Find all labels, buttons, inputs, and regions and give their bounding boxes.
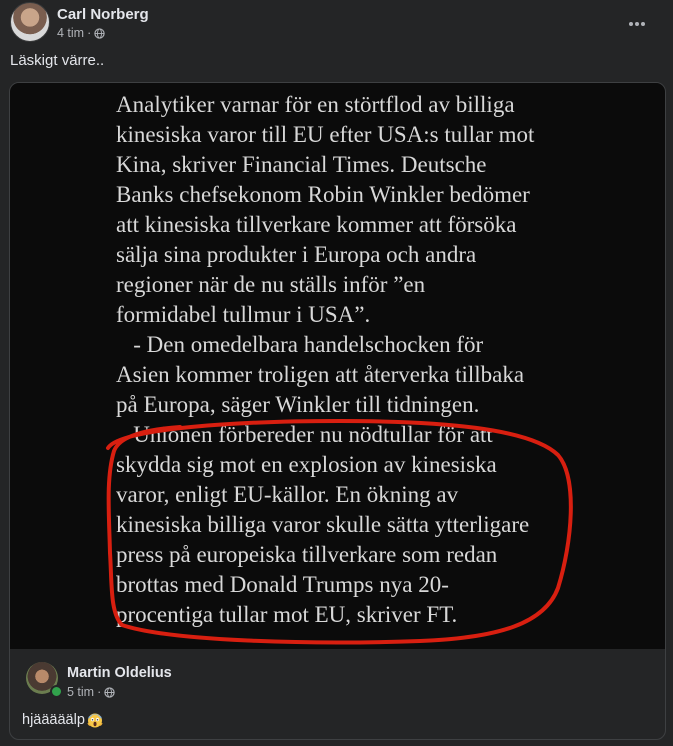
sharer-name[interactable]: Martin Oldelius [67,665,172,681]
article-line: press på europeiska tillverkare som reda… [116,542,498,567]
article-line: Analytiker varnar för en störtflod av bi… [116,92,515,117]
globe-icon[interactable] [94,27,105,39]
sharer-meta-separator: · [97,685,102,699]
post-meta: 4 tim · [57,26,105,40]
shared-post[interactable]: Analytiker varnar för en störtflod av bi… [9,82,666,740]
article-line: procentiga tullar mot EU, skriver FT. [116,602,458,627]
article-line: varor, enligt EU-källor. En ökning av [116,482,459,507]
article-line: Banks chefsekonom Robin Winkler bedömer [116,182,530,207]
sharer-meta: 5 tim · [67,685,115,699]
meta-separator: · [87,26,92,40]
post-text: Läskigt värre.. [10,52,105,69]
more-options-button[interactable] [623,10,651,38]
ellipsis-icon [629,22,645,26]
article-line: sälja sina produkter i Europa och andra [116,242,477,267]
article-line: Kina, skriver Financial Times. Deutsche [116,152,487,177]
article-line: Unionen förbereder nu nödtullar för att [116,422,493,447]
post-header: Carl Norberg 4 tim · [10,2,665,44]
article-line: på Europa, säger Winkler till tidningen. [116,392,480,417]
sharer-text: hjääääälp [22,712,103,728]
author-name[interactable]: Carl Norberg [57,6,149,23]
article-line: - Den omedelbara handelschocken för [116,332,484,357]
article-line: brottas med Donald Trumps nya 20- [116,572,449,597]
author-avatar[interactable] [10,2,50,42]
article-line: skydda sig mot en explosion av kinesiska [116,452,497,477]
shared-image[interactable]: Analytiker varnar för en störtflod av bi… [10,83,665,649]
article-line: formidabel tullmur i USA”. [116,302,371,327]
article-text: Analytiker varnar för en störtflod av bi… [116,90,576,630]
article-line: kinesiska billiga varor skulle sätta ytt… [116,512,530,537]
post-time[interactable]: 4 tim [57,26,84,40]
article-line: Asien kommer troligen att återverka till… [116,362,525,387]
article-line: att kinesiska tillverkare kommer att för… [116,212,517,237]
sharer-row: Martin Oldelius 5 tim · hjääääälp [10,650,665,739]
face-screaming-in-fear-icon [87,713,103,728]
globe-icon[interactable] [104,686,115,698]
article-line: kinesiska varor till EU efter USA:s tull… [116,122,535,147]
sharer-time[interactable]: 5 tim [67,685,94,699]
online-status-dot [50,685,63,698]
article-line: regioner när de nu ställs inför ”en [116,272,426,297]
sharer-message: hjääääälp [22,712,85,728]
